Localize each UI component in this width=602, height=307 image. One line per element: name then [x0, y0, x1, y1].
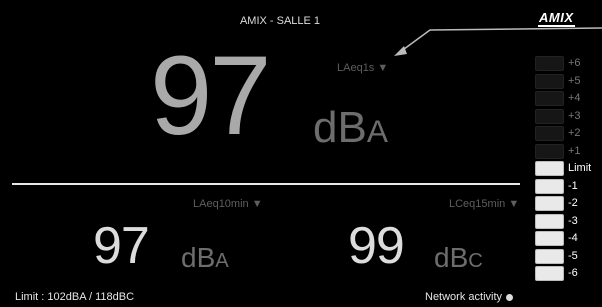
level-meter-segment — [535, 231, 564, 246]
level-meter-segment — [535, 178, 564, 194]
level-meter-label: -4 — [568, 232, 578, 244]
level-meter-row: -6 — [535, 265, 600, 283]
level-meter-row: +5 — [535, 73, 600, 91]
right-indicator-selector[interactable]: LCeq15min ▼ — [449, 198, 519, 210]
level-meter-label: -1 — [568, 179, 578, 192]
level-meter-label: Limit — [568, 162, 592, 174]
level-meter-label: -3 — [568, 214, 578, 227]
left-level-value: 97 — [93, 217, 150, 275]
level-meter-segment — [535, 73, 564, 89]
network-status: Network activity — [425, 291, 514, 303]
left-indicator-selector[interactable]: LAeq10min ▼ — [193, 198, 263, 210]
limit-info: Limit : 102dBA / 118dBC — [15, 291, 135, 303]
level-meter-row: +6 — [535, 55, 600, 73]
main-unit-text: dB — [313, 103, 367, 152]
level-meter-row: +2 — [535, 125, 600, 143]
level-meter-label: -2 — [568, 197, 578, 209]
level-meter-label: +1 — [568, 144, 581, 157]
level-meter-label: -6 — [568, 267, 578, 279]
level-meter-segment — [535, 56, 564, 71]
right-unit-weighting: C — [468, 250, 483, 272]
left-unit-text: dB — [181, 242, 216, 273]
right-unit-text: dB — [434, 242, 469, 273]
level-meter-segment — [535, 143, 564, 159]
level-meter: +6 +5 +4 +3 +2 +1 Limit -1 -2 -3 -4 -5 -6 — [535, 55, 600, 283]
level-meter-segment — [535, 126, 564, 141]
left-unit-weighting: A — [215, 250, 229, 272]
level-meter-row: +3 — [535, 108, 600, 126]
network-activity-indicator-icon — [506, 293, 514, 301]
pointer-arrow-icon — [394, 27, 602, 56]
level-meter-label: +4 — [568, 92, 581, 104]
level-meter-row: +4 — [535, 90, 600, 108]
main-unit-weighting: A — [366, 113, 388, 149]
level-meter-row: -1 — [535, 178, 600, 196]
page-title: AMIX - SALLE 1 — [239, 15, 321, 27]
level-meter-row: -5 — [535, 248, 600, 266]
level-meter-row: -2 — [535, 195, 600, 213]
level-meter-segment — [535, 266, 564, 281]
level-meter-label: -5 — [568, 249, 578, 262]
right-level-value: 99 — [348, 217, 405, 275]
level-meter-segment — [535, 161, 564, 176]
network-status-label: Network activity — [425, 291, 503, 303]
level-meter-segment — [535, 248, 564, 264]
level-meter-row: Limit — [535, 160, 600, 178]
level-meter-label: +6 — [568, 57, 581, 69]
level-meter-row: -3 — [535, 213, 600, 231]
level-meter-row: -4 — [535, 230, 600, 248]
level-meter-segment — [535, 108, 564, 124]
level-meter-label: +3 — [568, 109, 581, 122]
main-indicator-selector[interactable]: LAeq1s ▼ — [337, 62, 388, 74]
level-meter-segment — [535, 91, 564, 106]
main-level-unit: dBA — [313, 106, 388, 150]
right-level-unit: dBC — [434, 244, 483, 272]
level-meter-label: +2 — [568, 127, 581, 139]
amix-logo: AMIX — [538, 10, 575, 27]
left-level-unit: dBA — [181, 244, 229, 272]
level-meter-segment — [535, 213, 564, 229]
section-divider — [12, 183, 520, 185]
level-meter-label: +5 — [568, 74, 581, 87]
level-meter-segment — [535, 196, 564, 211]
level-meter-row: +1 — [535, 143, 600, 161]
main-level-value: 97 — [150, 33, 272, 158]
